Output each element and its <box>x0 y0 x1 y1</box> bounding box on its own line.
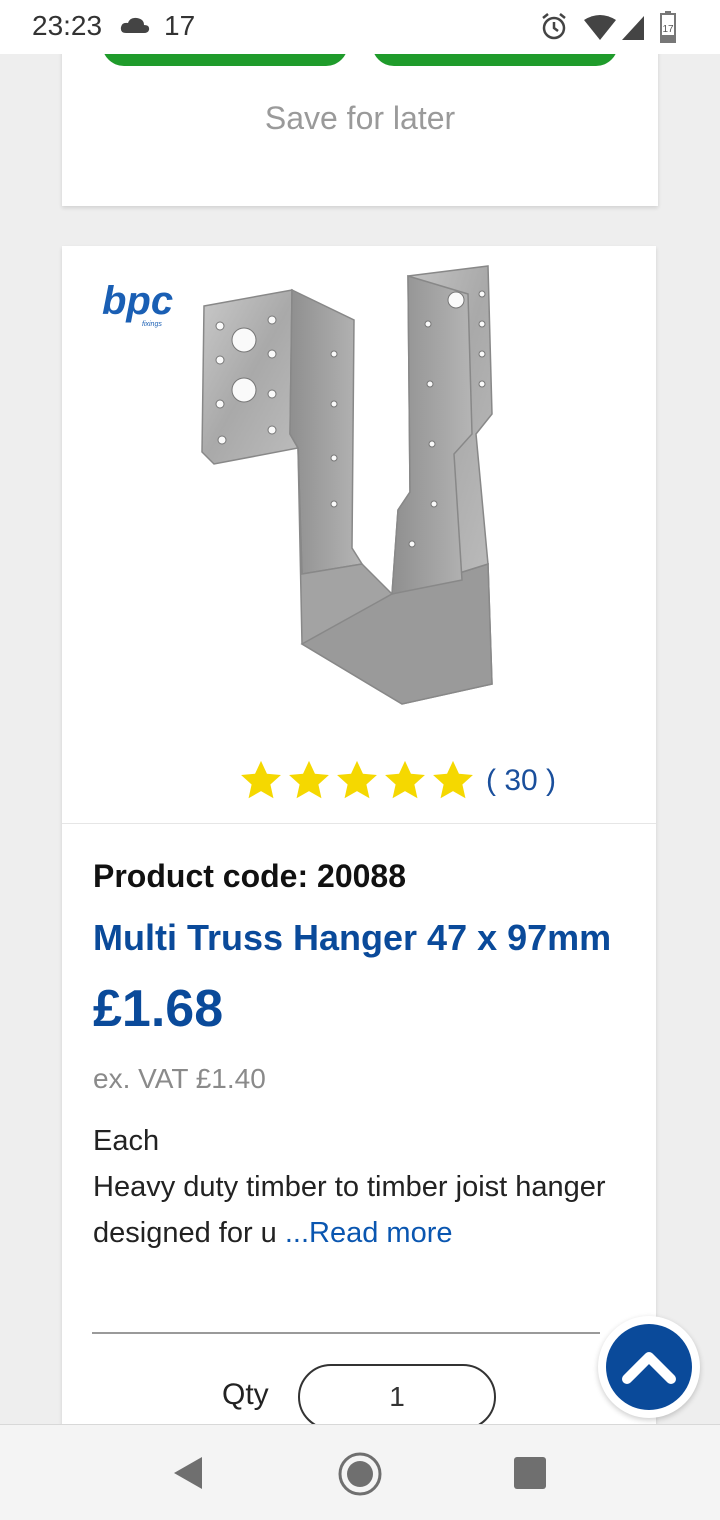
product-image-area[interactable]: bpc fixings (30) <box>62 246 656 824</box>
system-nav-bar <box>0 1424 720 1520</box>
battery-level: 17 <box>662 24 674 35</box>
product-info: Product code: 20088 Multi Truss Hanger 4… <box>93 858 633 1256</box>
brand-logo: bpc fixings <box>102 284 173 328</box>
product-description: Heavy duty timber to timber joist hanger… <box>93 1164 613 1256</box>
product-price: £1.68 <box>93 980 224 1038</box>
star-icon <box>385 760 425 799</box>
chevron-up-icon <box>622 1352 676 1384</box>
back-icon[interactable] <box>170 1455 206 1491</box>
qty-input[interactable] <box>298 1364 496 1424</box>
alarm-icon <box>542 13 566 40</box>
buy-now-button[interactable] <box>372 54 618 66</box>
star-icon <box>433 760 473 799</box>
product-unit: Each <box>93 1125 160 1157</box>
star-icon <box>337 760 377 799</box>
page-content[interactable]: Save for later bpc fixings (30) Produc… <box>0 54 720 1424</box>
status-icons: 17 <box>542 11 676 43</box>
status-temperature: 17 <box>164 10 196 41</box>
svg-text:bpc: bpc <box>102 284 173 323</box>
wifi-icon <box>584 15 616 40</box>
product-card: bpc fixings (30) Product code: 20088 M… <box>62 246 656 1424</box>
divider <box>92 1332 600 1334</box>
product-code: Product code: 20088 <box>93 858 406 894</box>
recents-icon[interactable] <box>514 1457 546 1489</box>
scroll-to-top-button[interactable] <box>598 1316 700 1418</box>
save-for-later-link[interactable]: Save for later <box>62 100 658 137</box>
add-to-basket-button[interactable] <box>102 54 348 66</box>
rating[interactable]: ( 30 ) <box>238 756 556 806</box>
star-icon <box>289 760 329 799</box>
price-ex-vat: ex. VAT £1.40 <box>93 1063 266 1094</box>
product-image <box>201 265 493 705</box>
star-icon <box>241 760 281 799</box>
product-name-link[interactable]: Multi Truss Hanger 47 x 97mm <box>93 917 633 959</box>
cloud-icon <box>120 17 150 33</box>
previous-product-card: Save for later <box>62 54 658 206</box>
status-time: 23:23 <box>32 10 103 41</box>
read-more-link[interactable]: ...Read more <box>285 1217 453 1249</box>
svg-text:fixings: fixings <box>142 321 162 328</box>
status-bar: 23:23 17 17 <box>0 0 720 54</box>
home-icon[interactable] <box>337 1451 383 1497</box>
signal-icon <box>622 16 644 40</box>
qty-label: Qty <box>222 1378 269 1411</box>
rating-count[interactable]: ( 30 ) <box>486 764 556 798</box>
